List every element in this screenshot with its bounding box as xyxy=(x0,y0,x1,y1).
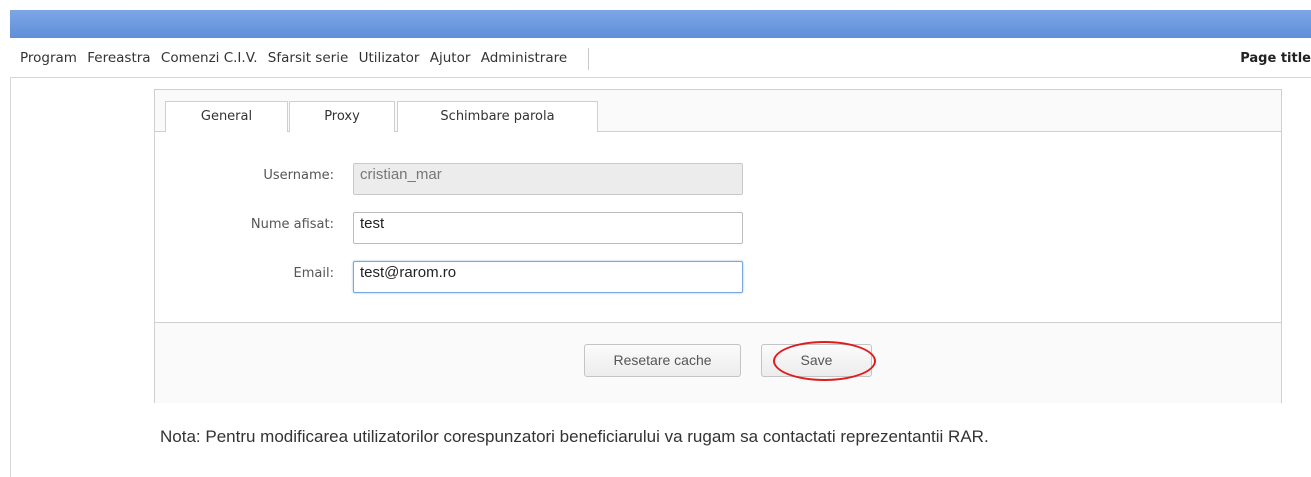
save-button[interactable]: Save xyxy=(761,344,872,377)
menu-item-administrare[interactable]: Administrare xyxy=(481,50,567,66)
window-titlebar xyxy=(10,10,1311,38)
display-name-field[interactable]: test xyxy=(353,212,743,244)
menu-item-utilizator[interactable]: Utilizator xyxy=(359,50,420,66)
menu-divider xyxy=(588,48,590,70)
page-title: Page title xyxy=(1240,51,1311,66)
note-text: Nota: Pentru modificarea utilizatorilor … xyxy=(160,427,989,446)
tab-schimbare-parola[interactable]: Schimbare parola xyxy=(397,101,598,132)
username-field: cristian_mar xyxy=(353,163,743,195)
email-field[interactable]: test@rarom.ro xyxy=(353,261,743,293)
username-label: Username: xyxy=(263,168,334,183)
display-name-label: Nume afisat: xyxy=(250,217,334,232)
form-actions: Resetare cache Save xyxy=(155,323,1281,403)
settings-panel: General Proxy Schimbare parola Username:… xyxy=(154,89,1282,403)
general-form: Username: cristian_mar Nume afisat: test… xyxy=(155,132,1281,323)
menu-items: Program Fereastra Comenzi C.I.V. Sfarsit… xyxy=(20,48,590,70)
menu-bar: Program Fereastra Comenzi C.I.V. Sfarsit… xyxy=(10,38,1311,78)
menu-item-program[interactable]: Program xyxy=(20,50,77,66)
menu-item-fereastra[interactable]: Fereastra xyxy=(87,50,150,66)
tab-proxy[interactable]: Proxy xyxy=(289,101,395,132)
reset-cache-button[interactable]: Resetare cache xyxy=(584,344,741,377)
menu-item-ajutor[interactable]: Ajutor xyxy=(430,50,471,66)
menu-item-comenzi-civ[interactable]: Comenzi C.I.V. xyxy=(161,50,258,66)
content-left-border xyxy=(10,78,11,477)
tab-general[interactable]: General xyxy=(165,101,288,133)
tab-strip: General Proxy Schimbare parola xyxy=(155,90,1281,133)
email-label: Email: xyxy=(293,266,334,281)
menu-item-sfarsit-serie[interactable]: Sfarsit serie xyxy=(268,50,348,66)
